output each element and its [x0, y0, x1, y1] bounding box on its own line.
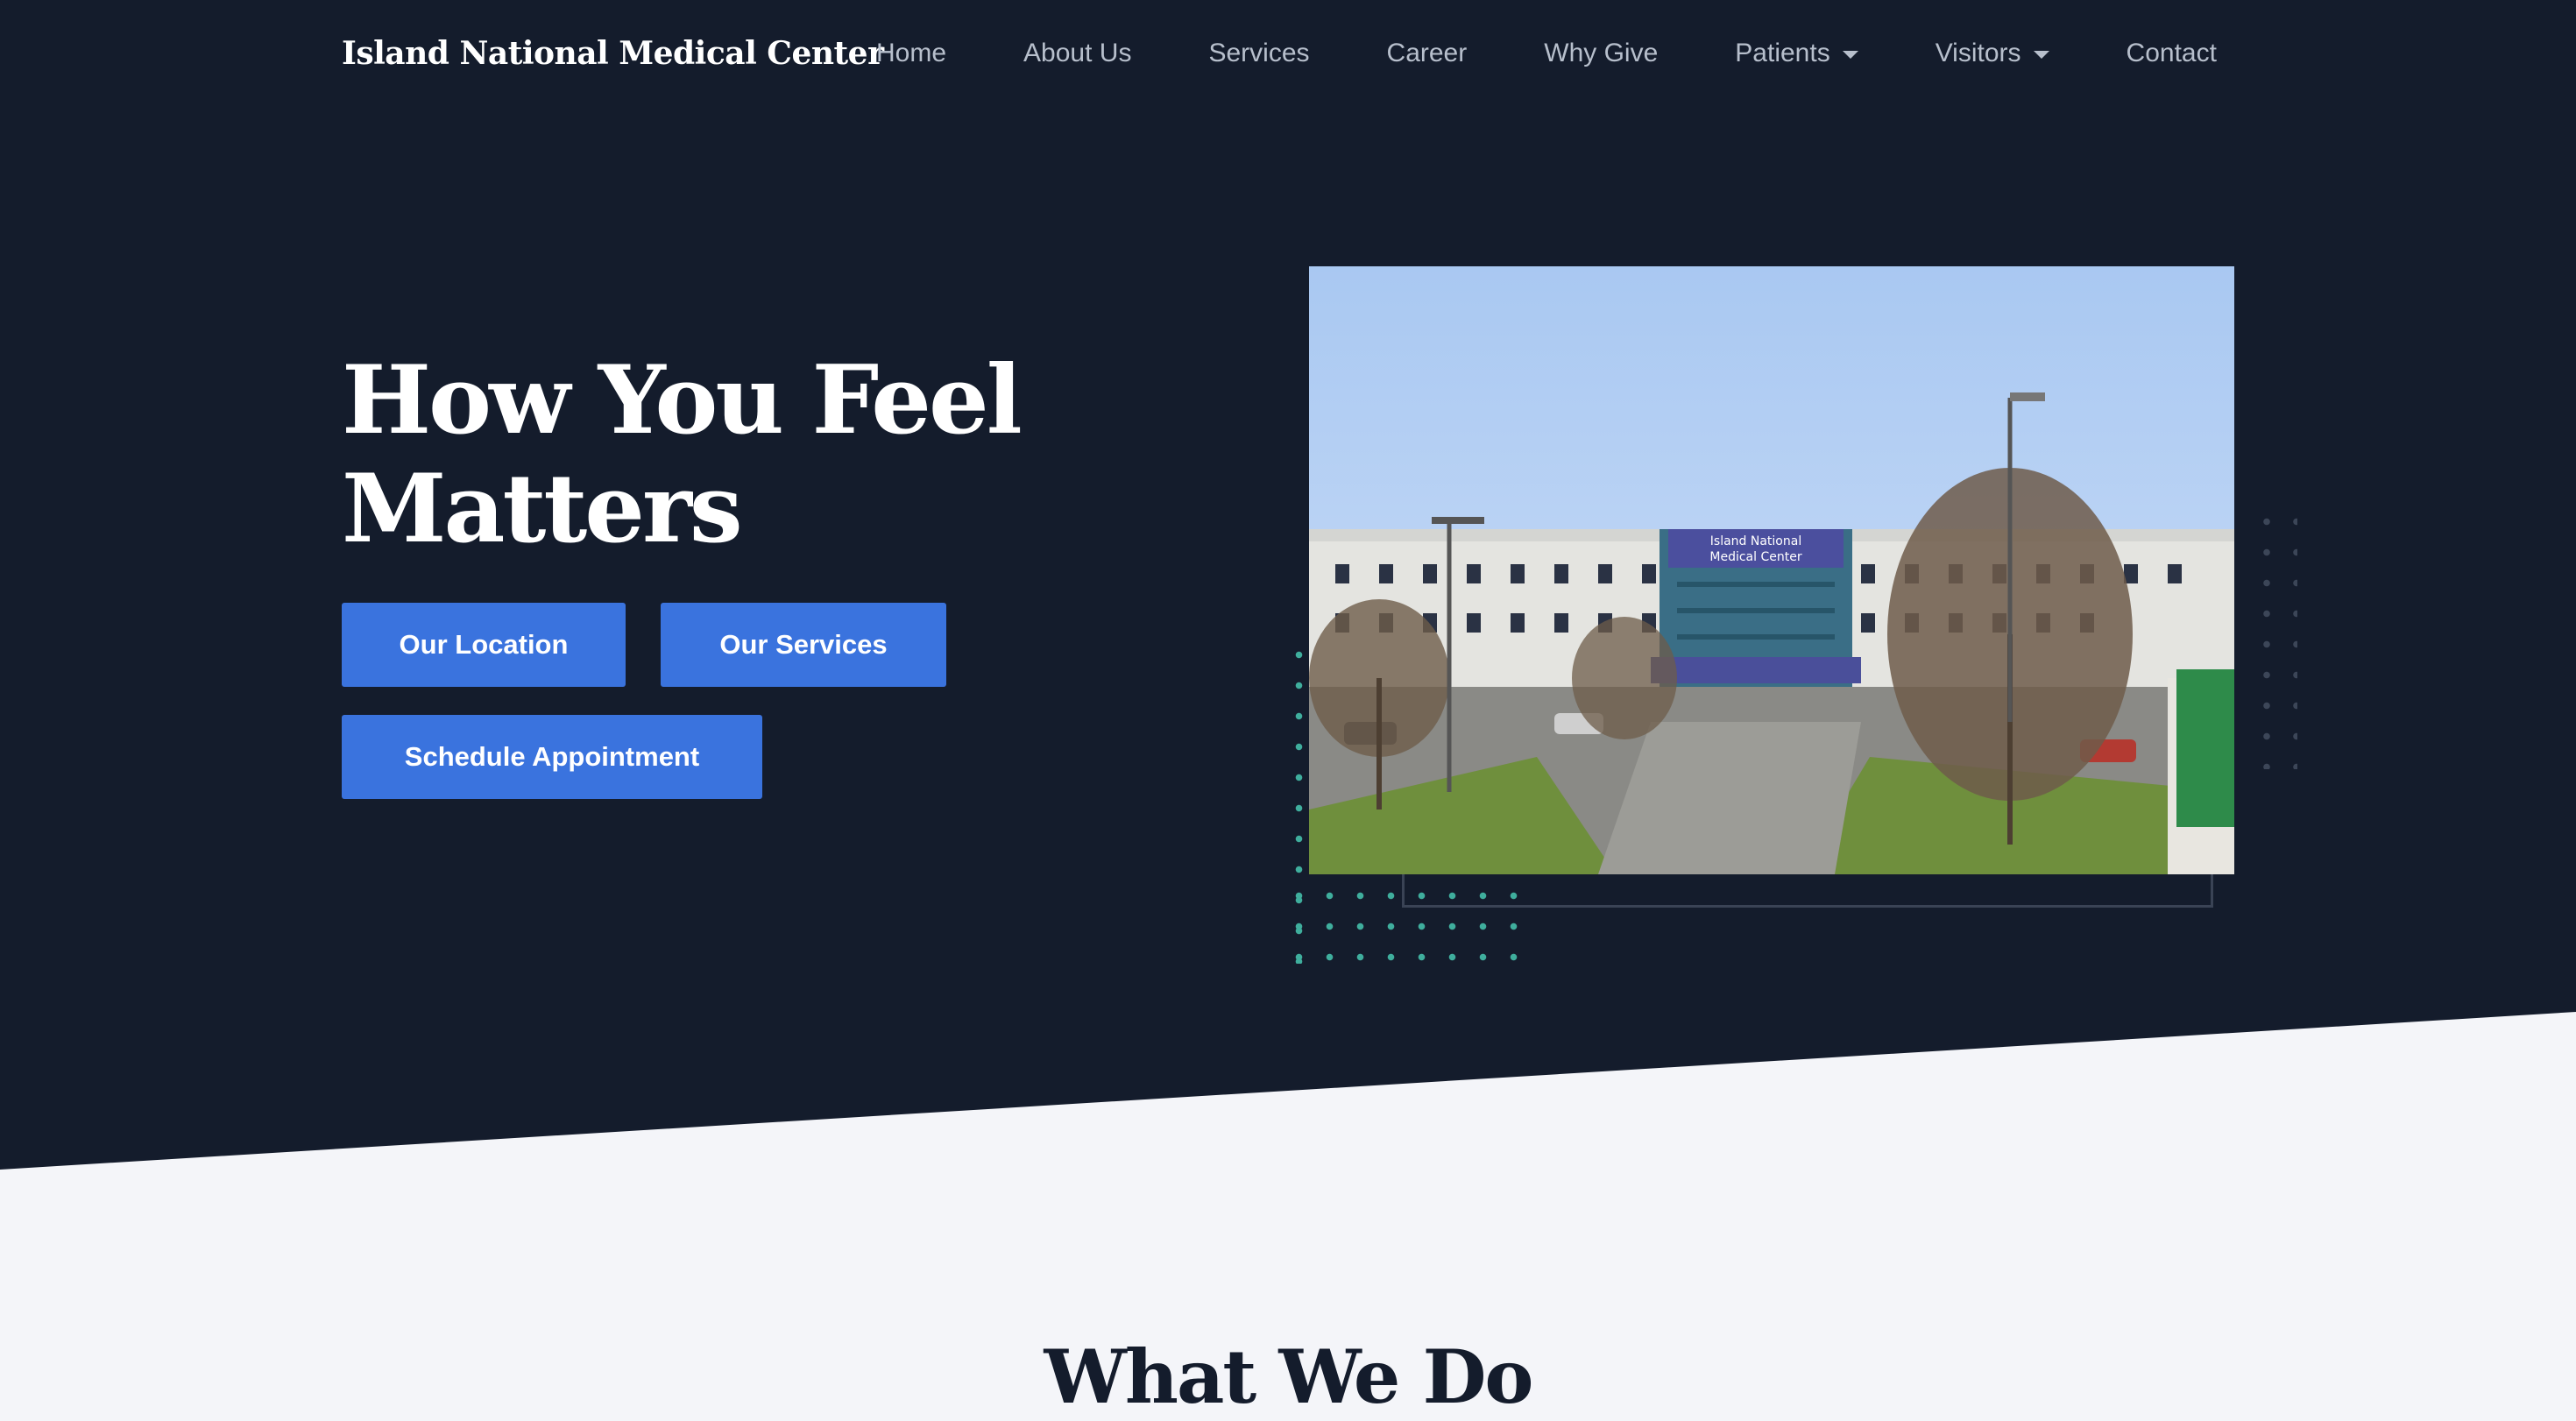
hero-title-line-1: How You Feel — [342, 345, 1023, 456]
nav-contact[interactable]: Contact — [2127, 39, 2217, 68]
nav-patients-dropdown[interactable]: Patients — [1735, 39, 1858, 68]
hospital-building-photo: Island National Medical Center — [1309, 266, 2234, 874]
nav-contact-label: Contact — [2126, 39, 2217, 67]
schedule-appointment-button[interactable]: Schedule Appointment — [342, 715, 762, 799]
nav-visitors-label: Visitors — [1935, 39, 2021, 67]
brand-logo[interactable]: Island National Medical Center — [342, 35, 884, 72]
nav-patients-label: Patients — [1735, 39, 1830, 67]
nav-career-label: Career — [1386, 39, 1468, 67]
building-sign-line-2: Medical Center — [1709, 550, 1801, 564]
nav-home-label: Home — [876, 39, 947, 67]
nav-why-give-label: Why Give — [1544, 39, 1659, 67]
caret-down-icon — [1842, 50, 1858, 59]
decorative-dot-grid — [2252, 506, 2297, 769]
nav-about-us-label: About Us — [1023, 39, 1132, 67]
nav-services-label: Services — [1208, 39, 1310, 67]
nav-services[interactable]: Services — [1208, 39, 1309, 68]
hero-title-line-2: Matters — [342, 454, 743, 564]
nav-visitors-dropdown[interactable]: Visitors — [1936, 39, 2049, 68]
building-sign-line-1: Island National — [1710, 534, 1801, 548]
our-location-button[interactable]: Our Location — [342, 603, 626, 687]
nav-about-us[interactable]: About Us — [1023, 39, 1131, 68]
section-title: What We Do — [1044, 1333, 1534, 1420]
nav-home[interactable]: Home — [876, 39, 946, 68]
our-services-button[interactable]: Our Services — [661, 603, 946, 687]
hero-title: How You Feel Matters — [342, 346, 1043, 563]
nav-career[interactable]: Career — [1387, 39, 1468, 68]
nav-why-give[interactable]: Why Give — [1544, 39, 1658, 68]
caret-down-icon — [2033, 50, 2049, 59]
main-nav: Home About Us Services Career Why Give P… — [876, 39, 2217, 68]
